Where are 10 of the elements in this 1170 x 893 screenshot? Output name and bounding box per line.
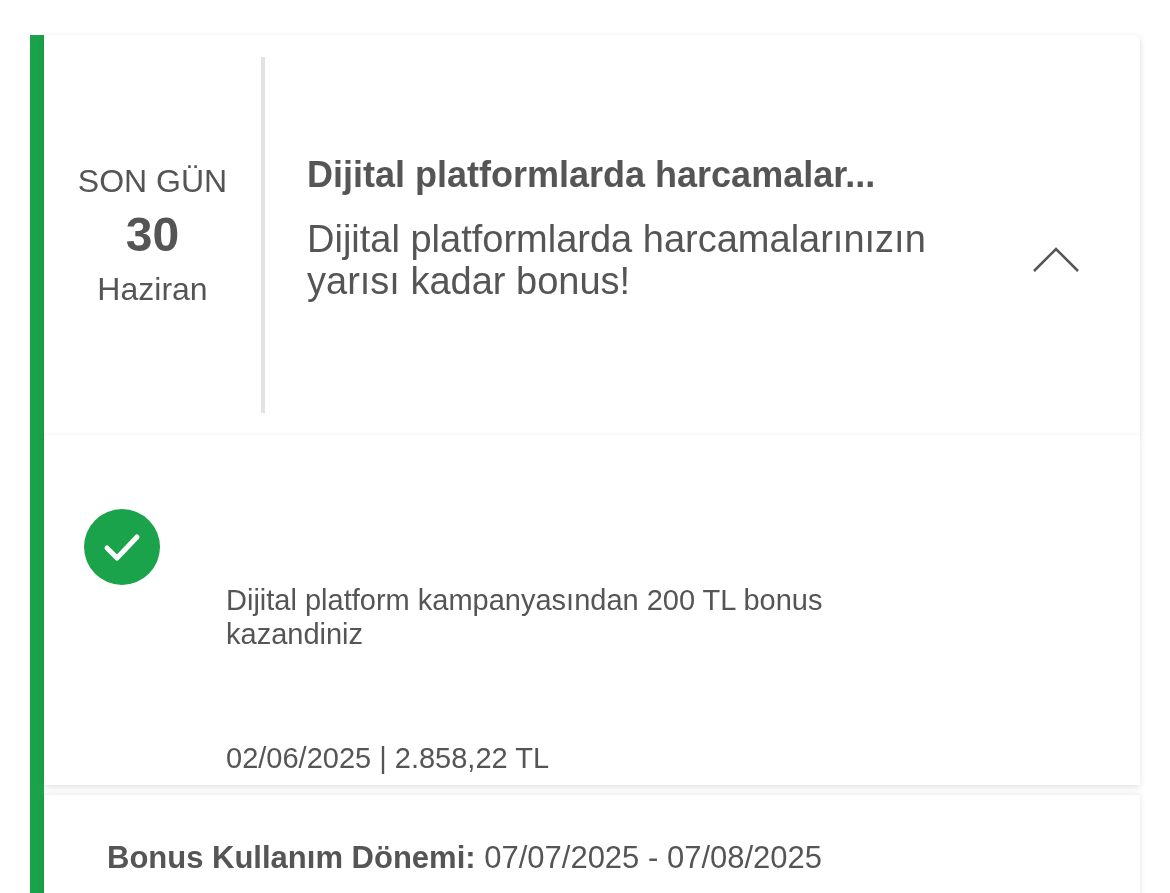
campaign-header[interactable]: SON GÜN 30 Haziran Dijital platformlarda harcamalar... Dijital platformlarda harcamalarınızın yarısı kadar bonus! xyxy=(44,35,1140,435)
bonus-period: Bonus Kullanım Dönemi: 07/07/2025 - 07/08/2025 xyxy=(107,840,823,875)
deadline-month: Haziran xyxy=(97,270,208,309)
campaign-title: Dijital platformlarda harcamalar... xyxy=(307,153,877,197)
campaign-description: Dijital platformlarda harcamalarınızın yarısı kadar bonus! xyxy=(307,218,927,302)
deadline-label: SON GÜN xyxy=(77,162,228,201)
result-details: 02/06/2025 | 2.858,22 TL xyxy=(226,741,551,776)
chevron-up-icon[interactable] xyxy=(1032,247,1080,273)
deadline-day: 30 xyxy=(125,205,180,265)
result-message: Dijital platform kampanyasından 200 TL bonus kazandiniz xyxy=(226,583,824,651)
